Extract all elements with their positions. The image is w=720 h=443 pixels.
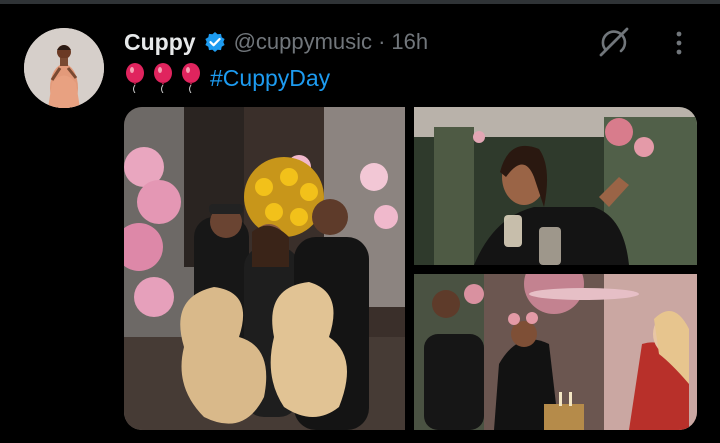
photo-2[interactable] <box>414 107 697 265</box>
handle[interactable]: @cuppymusic <box>234 29 373 55</box>
balloon-emoji <box>154 63 172 93</box>
balloon-emojis <box>124 63 208 93</box>
media-grid <box>124 107 697 430</box>
grok-icon[interactable] <box>597 25 631 59</box>
timestamp[interactable]: 16h <box>391 29 428 55</box>
photo-1[interactable] <box>124 107 405 430</box>
balloon-emoji <box>182 63 200 93</box>
avatar[interactable] <box>24 28 104 108</box>
verified-badge-icon <box>204 31 226 53</box>
more-vertical-icon[interactable] <box>669 28 689 58</box>
tweet-header: Cuppy @cuppymusic · 16h <box>124 27 428 57</box>
balloon-emoji <box>126 63 144 93</box>
photo-3[interactable] <box>414 274 697 430</box>
tweet-text: #CuppyDay <box>124 62 330 94</box>
hashtag-link[interactable]: #CuppyDay <box>210 65 330 92</box>
tweet: Cuppy @cuppymusic · 16h #CuppyDay <box>0 0 720 443</box>
separator-dot: · <box>378 29 386 54</box>
display-name[interactable]: Cuppy <box>124 29 196 56</box>
divider <box>0 0 720 4</box>
